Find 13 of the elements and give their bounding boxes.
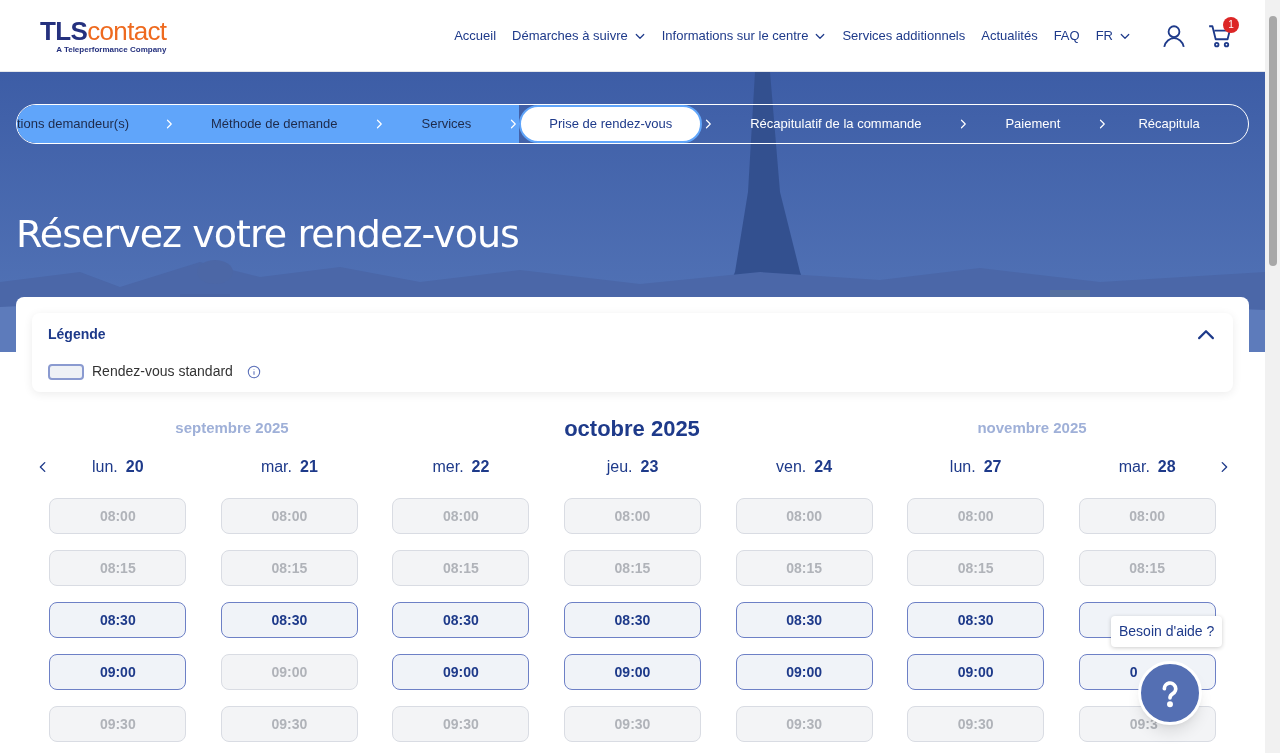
day-header: mar. 28 — [1118, 457, 1176, 477]
legend-title: Légende — [48, 324, 106, 344]
day-header: lun. 20 — [92, 457, 144, 477]
help-tooltip: Besoin d'aide ? — [1111, 616, 1223, 647]
page-title: Réservez votre rendez-vous — [16, 211, 520, 258]
logo-tagline: A Teleperformance Company — [56, 44, 167, 55]
day-header: jeu. 23 — [606, 457, 659, 477]
day-header: mar. 21 — [260, 457, 318, 477]
legend-label: Rendez-vous standard — [92, 362, 233, 381]
day-header: lun. 27 — [949, 457, 1002, 477]
cart-count-badge: 1 — [1223, 16, 1239, 33]
day-header: ven. 24 — [776, 457, 833, 477]
day-header: mer. 22 — [432, 457, 490, 477]
